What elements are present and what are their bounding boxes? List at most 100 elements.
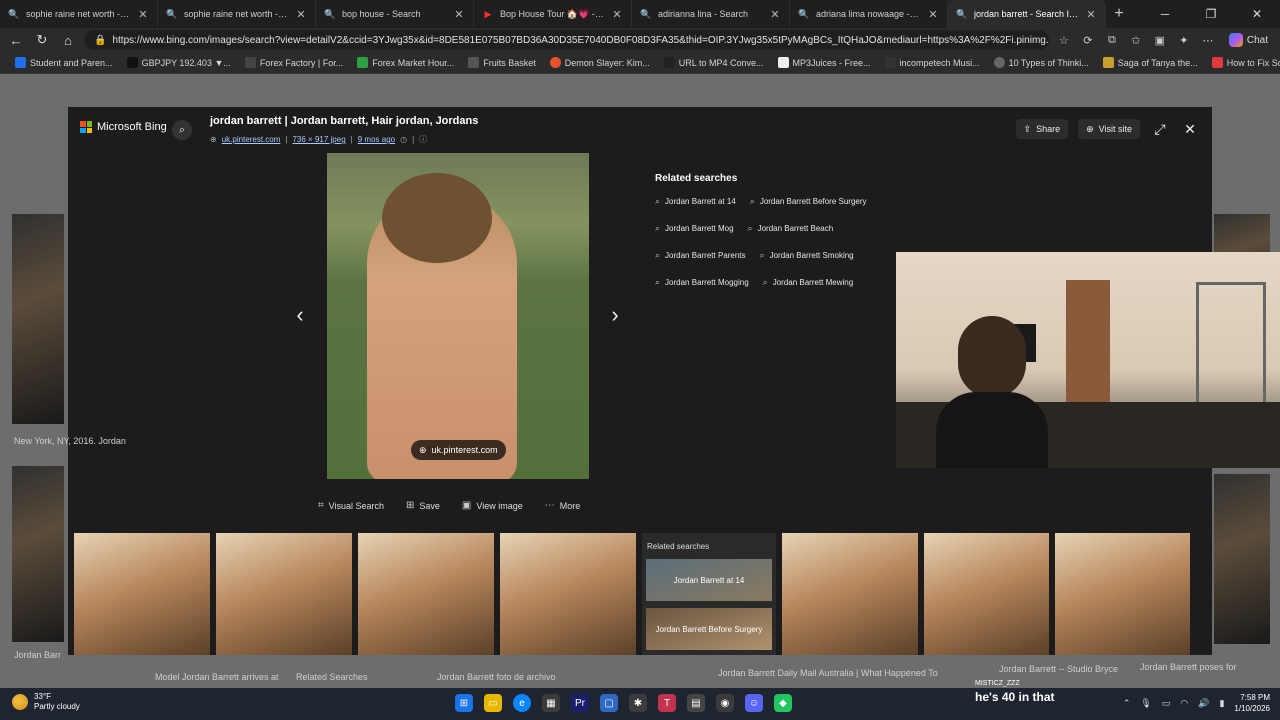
app-icon[interactable]: ✱ — [629, 694, 647, 712]
new-tab-button[interactable]: + — [1106, 0, 1132, 28]
chevron-up-icon[interactable]: ⌃ — [1123, 698, 1131, 709]
more-button[interactable]: ⋯ More — [545, 500, 581, 511]
visit-site-button[interactable]: ⊕ Visit site — [1078, 119, 1140, 139]
maximize-icon[interactable]: ❐ — [1188, 0, 1234, 28]
close-tab-icon[interactable]: ✕ — [611, 8, 623, 21]
refresh-page-icon[interactable]: ⟳ — [1079, 31, 1097, 49]
obs-icon[interactable]: ◉ — [716, 694, 734, 712]
browser-tab[interactable]: 🔍 adriana lima nowaage - Search ✕ — [790, 0, 948, 28]
related-chip[interactable]: ⌕ Jordan Barrett Mog — [655, 220, 734, 237]
clock[interactable]: 7:58 PM 1/10/2026 — [1234, 692, 1270, 714]
copilot-chat-button[interactable]: Chat — [1223, 33, 1274, 47]
related-chip[interactable]: ⌕ Jordan Barrett at 14 — [655, 193, 736, 210]
refresh-icon[interactable]: ↻ — [32, 30, 52, 50]
related-chip[interactable]: ⌕ Jordan Barrett Mewing — [763, 274, 854, 291]
bookmark-item[interactable]: How to Fix Screen... — [1205, 57, 1280, 68]
browser-tab[interactable]: 🔍 bop house - Search ✕ — [316, 0, 474, 28]
extensions-icon[interactable]: ⧉ — [1103, 31, 1121, 49]
url-field[interactable]: 🔒 https://www.bing.com/images/search?vie… — [84, 30, 1049, 50]
bookmark-item[interactable]: Saga of Tanya the... — [1096, 57, 1205, 68]
battery-icon[interactable]: ▮ — [1219, 698, 1224, 709]
share-button[interactable]: ⇪ Share — [1015, 119, 1069, 139]
bookmark-item[interactable]: Student and Paren... — [8, 57, 120, 68]
app-icon[interactable]: T — [658, 694, 676, 712]
volume-icon[interactable]: 🔊 — [1198, 698, 1209, 709]
info-icon[interactable]: ⓘ — [419, 134, 427, 145]
related-chip[interactable]: ⌕ Jordan Barrett Mogging — [655, 274, 749, 291]
bookmark-item[interactable]: Demon Slayer: Kim... — [543, 57, 657, 68]
store-icon[interactable]: ▦ — [542, 694, 560, 712]
minimize-icon[interactable]: ─ — [1142, 0, 1188, 28]
close-tab-icon[interactable]: ✕ — [1085, 8, 1097, 21]
bookmark-item[interactable]: Forex Factory | For... — [238, 57, 350, 68]
home-icon[interactable]: ⌂ — [58, 30, 78, 50]
thumbnail[interactable] — [782, 533, 918, 655]
close-tab-icon[interactable]: ✕ — [295, 8, 307, 21]
bookmark-item[interactable]: MP3Juices - Free... — [771, 57, 878, 68]
browser-tab[interactable]: 🔍 sophie raine net worth - Search ✕ — [0, 0, 158, 28]
favorite-star-icon[interactable]: ☆ — [1055, 31, 1073, 49]
search-icon: ⌕ — [655, 250, 661, 260]
age-link[interactable]: 9 mos ago — [358, 135, 395, 144]
favorites-icon[interactable]: ✩ — [1127, 31, 1145, 49]
back-icon[interactable]: ← — [6, 30, 26, 50]
close-tab-icon[interactable]: ✕ — [453, 8, 465, 21]
edge-icon[interactable]: e — [513, 694, 531, 712]
visual-search-button[interactable]: ⌗ Visual Search — [318, 500, 384, 511]
browser-tab[interactable]: 🔍 adirianna lina - Search ✕ — [632, 0, 790, 28]
expand-icon[interactable]: ⤢ — [1150, 119, 1170, 139]
microphone-icon[interactable]: 🎙 — [1140, 698, 1151, 709]
bookmark-item[interactable]: incompetech Musi... — [878, 57, 987, 68]
menu-dots-icon[interactable]: ⋯ — [1199, 31, 1217, 49]
previous-arrow-icon[interactable]: ‹ — [292, 302, 308, 327]
thumbnail[interactable] — [924, 533, 1049, 655]
browser-tab-active[interactable]: 🔍 jordan barrett - Search Images ✕ — [948, 0, 1106, 28]
app-icon[interactable]: ▢ — [600, 694, 618, 712]
discord-icon[interactable]: ☺ — [745, 694, 763, 712]
dimensions-link[interactable]: 736 × 917 jpeg — [292, 135, 345, 144]
main-image[interactable]: ⊕ uk.pinterest.com — [327, 153, 589, 479]
save-button[interactable]: ⊞ Save — [406, 500, 440, 511]
related-chip[interactable]: ⌕ Jordan Barrett Parents — [655, 247, 746, 264]
thumbnail[interactable] — [1055, 533, 1190, 655]
bookmark-item[interactable]: Fruits Basket — [461, 57, 543, 68]
close-tab-icon[interactable]: ✕ — [769, 8, 781, 21]
thumbnail[interactable] — [74, 533, 210, 655]
related-chip[interactable]: ⌕ Jordan Barrett Before Surgery — [750, 193, 867, 210]
browser-tab[interactable]: ▶ Bop House Tour 🏠💗 - YouTube ✕ — [474, 0, 632, 28]
source-link[interactable]: uk.pinterest.com — [222, 135, 281, 144]
premiere-icon[interactable]: Pr — [571, 694, 589, 712]
close-window-icon[interactable]: ✕ — [1234, 0, 1280, 28]
start-icon[interactable]: ⊞ — [455, 694, 473, 712]
related-tile-item[interactable]: Jordan Barrett at 14 — [646, 559, 772, 601]
bookmark-item[interactable]: URL to MP4 Conve... — [657, 57, 771, 68]
thumbnail[interactable] — [358, 533, 494, 655]
bookmark-item[interactable]: GBPJPY 192.403 ▼... — [120, 57, 238, 68]
related-chip[interactable]: ⌕ Jordan Barrett Smoking — [760, 247, 854, 264]
more-icon: ⋯ — [544, 500, 555, 511]
close-tab-icon[interactable]: ✕ — [927, 8, 939, 21]
bing-logo[interactable]: Microsoft Bing — [80, 121, 167, 133]
wifi-icon[interactable]: ◠ — [1180, 698, 1188, 709]
related-tile-item[interactable]: Jordan Barrett Before Surgery — [646, 608, 772, 650]
extension-puzzle-icon[interactable]: ✦ — [1175, 31, 1193, 49]
browser-tab[interactable]: 🔍 sophie raine net worth - Search Images… — [158, 0, 316, 28]
image-source-badge[interactable]: ⊕ uk.pinterest.com — [411, 440, 506, 460]
view-image-button[interactable]: ▣ View image — [462, 500, 523, 511]
related-chip[interactable]: ⌕ Jordan Barrett Beach — [748, 220, 834, 237]
bookmark-item[interactable]: Forex Market Hour... — [350, 57, 461, 68]
app-icon[interactable]: ◆ — [774, 694, 792, 712]
image-title[interactable]: jordan barrett | Jordan barrett, Hair jo… — [210, 115, 478, 127]
search-icon[interactable]: ⌕ — [172, 120, 192, 140]
next-arrow-icon[interactable]: › — [607, 302, 623, 327]
bookmark-item[interactable]: 10 Types of Thinki... — [987, 57, 1096, 68]
weather-widget[interactable]: 33°F Partly cloudy — [12, 692, 80, 712]
file-explorer-icon[interactable]: ▭ — [484, 694, 502, 712]
collections-icon[interactable]: ▣ — [1151, 31, 1169, 49]
display-icon[interactable]: ▭ — [1162, 698, 1171, 709]
close-tab-icon[interactable]: ✕ — [137, 8, 149, 21]
app-icon[interactable]: ▤ — [687, 694, 705, 712]
thumbnail[interactable] — [500, 533, 636, 655]
close-icon[interactable]: ✕ — [1180, 119, 1200, 139]
thumbnail[interactable] — [216, 533, 352, 655]
